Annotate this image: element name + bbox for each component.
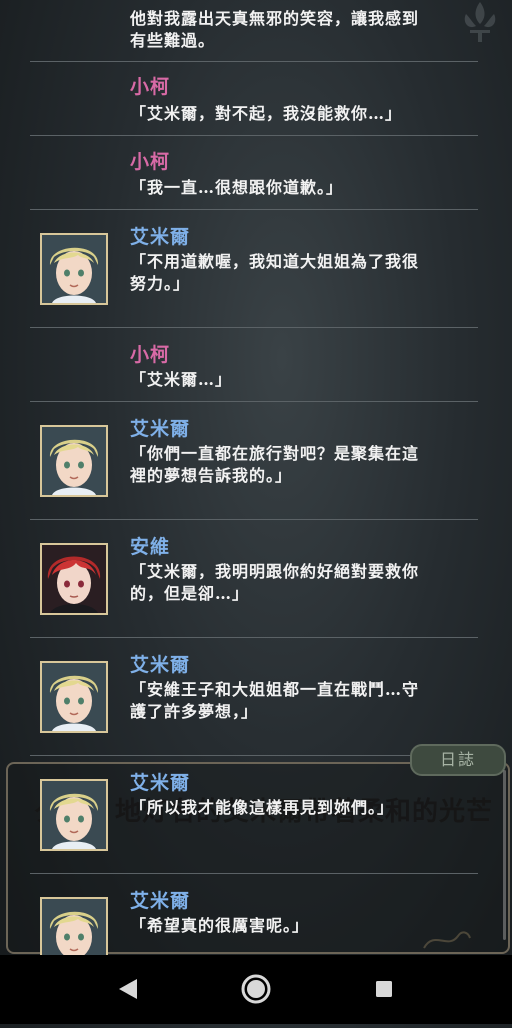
dialogue-text: 「所以我才能像這樣再見到妳們。」	[130, 798, 395, 817]
speaker-name: 小柯	[130, 344, 171, 366]
dialogue-text: 「你們一直都在旅行對吧？是聚集在這裡的夢想告訴我的。」	[130, 444, 420, 485]
back-button[interactable]	[88, 955, 168, 1024]
speaker-name: 艾米爾	[130, 772, 191, 794]
dialogue-text: 「艾米爾…」	[130, 370, 233, 389]
recents-icon	[376, 981, 392, 997]
speaker-name: 艾米爾	[130, 226, 191, 248]
fleur-de-lis-icon	[464, 2, 496, 42]
scrollbar[interactable]	[503, 770, 506, 940]
avatar-emil	[40, 661, 108, 733]
dialogue-text: 「安維王子和大姐姐都一直在戰鬥…守護了許多夢想，」	[130, 680, 420, 721]
dialogue-text: 「艾米爾，我明明跟你約好絕對要救你的，但是卻…」	[130, 562, 420, 603]
speaker-name: 艾米爾	[130, 890, 191, 912]
divider	[30, 519, 478, 520]
avatar-anvi	[40, 543, 108, 615]
dialogue-text: 「希望真的很厲害呢。」	[130, 916, 310, 935]
divider	[30, 209, 478, 210]
divider	[30, 637, 478, 638]
divider	[30, 873, 478, 874]
speaker-name: 安維	[130, 536, 171, 558]
speaker-name: 艾米爾	[130, 654, 191, 676]
avatar-emil	[40, 779, 108, 851]
backlog-panel[interactable]: 他對我露出天真無邪的笑容，讓我感到有些難過。 小柯 「艾米爾，對不起，我沒能救你…	[0, 0, 512, 955]
speaker-name: 艾米爾	[130, 418, 191, 440]
divider	[30, 61, 478, 62]
divider	[30, 327, 478, 328]
navigation-bar	[0, 955, 512, 1024]
home-icon	[241, 974, 271, 1004]
speaker-name: 小柯	[130, 76, 171, 98]
avatar-emil	[40, 897, 108, 955]
speaker-name: 小柯	[130, 151, 171, 173]
partial-narration: 他對我露出天真無邪的笑容，讓我感到有些難過。	[130, 9, 420, 50]
back-icon	[119, 979, 137, 999]
diary-button[interactable]: 日誌	[410, 744, 506, 776]
recents-button[interactable]	[344, 955, 424, 1024]
avatar-emil	[40, 233, 108, 305]
divider	[30, 401, 478, 402]
home-button[interactable]	[216, 955, 296, 1024]
dialogue-text: 「艾米爾，對不起，我沒能救你…」	[130, 104, 403, 123]
dialogue-text: 「我一直…很想跟你道歉。」	[130, 178, 344, 197]
avatar-emil	[40, 425, 108, 497]
divider	[30, 135, 478, 136]
dialogue-text: 「不用道歉喔，我知道大姐姐為了我很努力。」	[130, 252, 420, 293]
